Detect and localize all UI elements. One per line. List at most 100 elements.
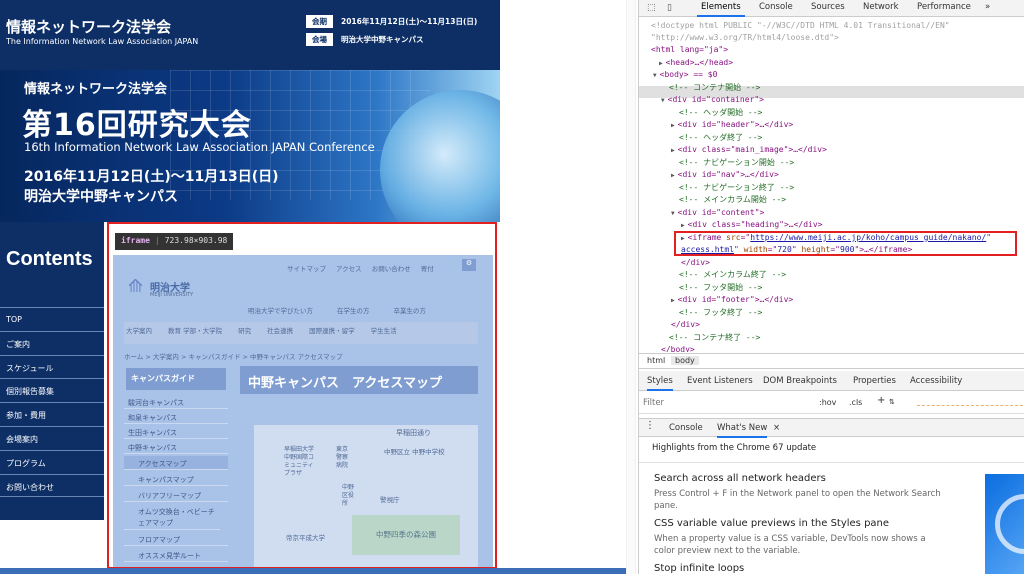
device-toolbar-icon[interactable]: ▯ [667,3,672,13]
code-comment[interactable]: <!-- コンテナ開始 --> [669,82,760,94]
site-header: 情報ネットワーク法学会 The Information Network Law … [0,0,500,70]
tab-performance[interactable]: Performance [913,2,975,12]
site-subtitle: The Information Network Law Association … [6,37,199,46]
news-title[interactable]: CSS variable value previews in the Style… [654,518,889,529]
drawer-tab-whats-new[interactable]: What's New [717,423,768,438]
crumb-body[interactable]: body [671,356,699,365]
code-text: <body> == $0 [659,70,718,79]
expand-arrow-icon[interactable]: ▶ [659,60,663,67]
news-body: Press Control + F in the Network panel t… [654,489,941,511]
website-viewport: 情報ネットワーク法学会 The Information Network Law … [0,0,636,574]
code-text: <div class="main_image">…</div> [677,145,827,154]
code-text: <div class="heading">…</div> [687,220,823,229]
nav-item-contact[interactable]: お問い合わせ [0,473,104,498]
code-line[interactable]: </div> [681,257,710,269]
nav-item-schedule[interactable]: スケジュール [0,354,104,379]
code-comment[interactable]: <!-- フッタ開始 --> [679,282,762,294]
tab-properties[interactable]: Properties [853,376,896,386]
devtools-panel: ⬚ ▯ Elements Console Sources Network Per… [638,0,1024,574]
code-line[interactable]: ▶ <div id="nav">…</div> [671,169,779,181]
code-line[interactable]: ▼ <div id="container"> [661,94,764,106]
computed-styles-toggle-icon[interactable]: ⇅ [889,398,895,406]
nav-item-guide[interactable]: ご案内 [0,330,104,355]
code-comment[interactable]: <!-- ナビゲーション終了 --> [679,182,794,194]
contents-heading: Contents [6,248,93,270]
hero-venue: 明治大学中野キャンパス [24,189,178,205]
more-tabs-icon[interactable]: » [981,2,994,12]
code-line[interactable]: "http://www.w3.org/TR/html4/loose.dtd"> [651,32,839,44]
color-swatch-line [917,405,1023,406]
hero-banner: 情報ネットワーク法学会 第16回研究大会 16th Information Ne… [0,70,500,222]
cls-toggle-button[interactable]: .cls [849,398,862,407]
styles-filter-row: :hov .cls + ⇅ [639,392,1024,414]
expand-arrow-icon[interactable]: ▶ [671,172,675,179]
code-line[interactable]: <html lang="ja"> [651,44,728,56]
tab-dom-breakpoints[interactable]: DOM Breakpoints [763,376,837,386]
tab-sources[interactable]: Sources [807,2,849,12]
scrollbar-thumb[interactable] [627,0,635,574]
info-row-venue: 会場 明治大学中野キャンパス [306,33,424,46]
whats-new-image [985,474,1024,574]
styles-filter-input[interactable] [643,396,811,410]
code-comment[interactable]: <!-- メインカラム終了 --> [679,269,786,281]
code-text: <div id="header">…</div> [677,120,794,129]
code-comment[interactable]: <!-- コンテナ終了 --> [669,332,760,344]
nav-item-top[interactable]: TOP [0,307,104,331]
info-row-date: 会期 2016年11月12日(土)～11月13日(日) [306,15,477,28]
tab-elements[interactable]: Elements [697,2,745,17]
tab-accessibility[interactable]: Accessibility [910,376,962,386]
footer-bar [0,568,636,574]
info-value: 2016年11月12日(土)～11月13日(日) [341,17,478,26]
crumb-html[interactable]: html [643,356,669,365]
code-line[interactable]: ▶ <head>…</head> [659,57,733,69]
site-title[interactable]: 情報ネットワーク法学会 [6,16,171,37]
nav-item-call-for-papers[interactable]: 個別報告募集 [0,378,104,402]
sidebar-nav: Contents TOP ご案内 スケジュール 個別報告募集 参加・費用 会場案… [0,222,104,520]
nav-item-fees[interactable]: 参加・費用 [0,402,104,426]
tab-network[interactable]: Network [859,2,903,12]
close-icon[interactable]: × [773,423,780,433]
nav-item-venue[interactable]: 会場案内 [0,425,104,450]
annotation-box-iframe [107,222,497,569]
devtools-toolbar: ⬚ ▯ Elements Console Sources Network Per… [639,0,1024,17]
tab-event-listeners[interactable]: Event Listeners [687,376,753,386]
hero-subtitle: 情報ネットワーク法学会 [24,82,168,97]
expand-arrow-icon[interactable]: ▶ [681,222,685,229]
code-line[interactable]: ▶ <div class="main_image">…</div> [671,144,827,156]
code-line[interactable]: ▼ <div id="content"> [671,207,764,219]
code-line[interactable]: ▶ <div id="footer">…</div> [671,294,793,306]
expand-arrow-icon[interactable]: ▶ [671,297,675,304]
hov-toggle-button[interactable]: :hov [819,398,836,407]
code-line[interactable]: </div> [671,319,700,331]
tab-console[interactable]: Console [755,2,797,12]
news-title[interactable]: Search across all network headers [654,473,826,484]
code-text: <div id="container"> [667,95,764,104]
drawer-tab-bar: ⋮ Console What's New × [639,418,1024,438]
code-comment[interactable]: <!-- ナビゲーション開始 --> [679,157,794,169]
drawer-tab-console[interactable]: Console [669,423,703,433]
code-line[interactable]: ▶ <div class="heading">…</div> [681,219,822,231]
code-comment[interactable]: <!-- ヘッダ終了 --> [679,132,762,144]
code-comment[interactable]: <!-- フッタ終了 --> [679,307,762,319]
expand-arrow-icon[interactable]: ▶ [671,147,675,154]
tab-styles[interactable]: Styles [647,376,673,391]
news-title[interactable]: Stop infinite loops [654,563,744,574]
hero-english-title: 16th Information Network Law Association… [24,140,375,154]
news-body: When a property value is a CSS variable,… [654,534,926,556]
info-value: 明治大学中野キャンパス [341,35,424,44]
drawer-menu-icon[interactable]: ⋮ [645,420,655,431]
nav-item-program[interactable]: プログラム [0,449,104,474]
code-line[interactable]: <!doctype html PUBLIC "-//W3C//DTD HTML … [651,20,950,32]
inspect-element-icon[interactable]: ⬚ [647,3,656,13]
collapse-arrow-icon[interactable]: ▼ [661,97,665,104]
code-comment[interactable]: <!-- ヘッダ開始 --> [679,107,762,119]
collapse-arrow-icon[interactable]: ▼ [653,72,657,79]
expand-arrow-icon[interactable]: ▶ [671,122,675,129]
code-line[interactable]: </body> [661,344,695,352]
new-style-rule-icon[interactable]: + [877,395,885,406]
code-comment[interactable]: <!-- メインカラム開始 --> [679,194,786,206]
page-scrollbar[interactable] [626,0,636,574]
collapse-arrow-icon[interactable]: ▼ [671,210,675,217]
code-line[interactable]: ▶ <div id="header">…</div> [671,119,793,131]
code-line-selected[interactable]: ▼ <body> == $0 [653,69,717,81]
